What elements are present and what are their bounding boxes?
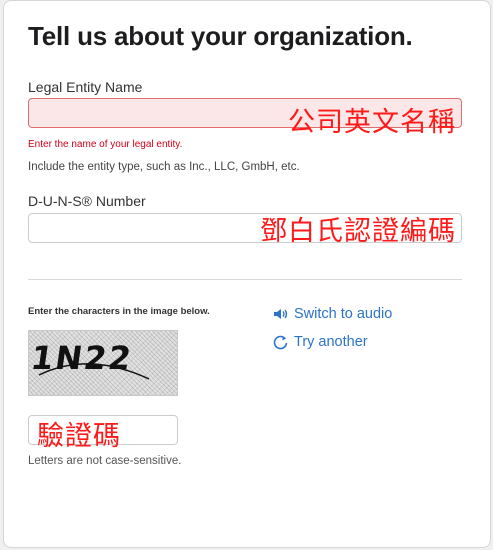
duns-label: D-U-N-S® Number <box>28 193 146 209</box>
captcha-image-text: 1N22 <box>29 339 135 377</box>
captcha-image: 1N22 <box>28 330 178 396</box>
try-another-link[interactable]: Try another <box>272 334 368 350</box>
legal-entity-label: Legal Entity Name <box>28 79 143 95</box>
refresh-icon <box>272 334 290 350</box>
legal-entity-annotation: 公司英文名稱 <box>288 107 456 138</box>
switch-to-audio-label: Switch to audio <box>294 306 393 322</box>
legal-entity-input[interactable]: 公司英文名稱 <box>28 98 462 138</box>
case-sensitivity-note: Letters are not case-sensitive. <box>28 455 182 467</box>
duns-annotation: 鄧白氏認證編碼 <box>260 216 456 247</box>
page-title: Tell us about your organization. <box>28 21 413 51</box>
speaker-icon <box>272 306 290 322</box>
legal-entity-hint: Include the entity type, such as Inc., L… <box>28 161 300 173</box>
organization-form-card: Tell us about your organization. Legal E… <box>3 0 491 548</box>
captcha-input[interactable]: 驗證碼 <box>28 415 178 452</box>
section-divider <box>28 279 462 280</box>
legal-entity-error: Enter the name of your legal entity. <box>28 139 183 150</box>
switch-to-audio-link[interactable]: Switch to audio <box>272 306 392 322</box>
captcha-annotation: 驗證碼 <box>37 421 121 452</box>
try-another-label: Try another <box>294 334 368 350</box>
duns-input[interactable]: 鄧白氏認證編碼 <box>28 213 462 247</box>
captcha-instruction: Enter the characters in the image below. <box>28 306 210 317</box>
